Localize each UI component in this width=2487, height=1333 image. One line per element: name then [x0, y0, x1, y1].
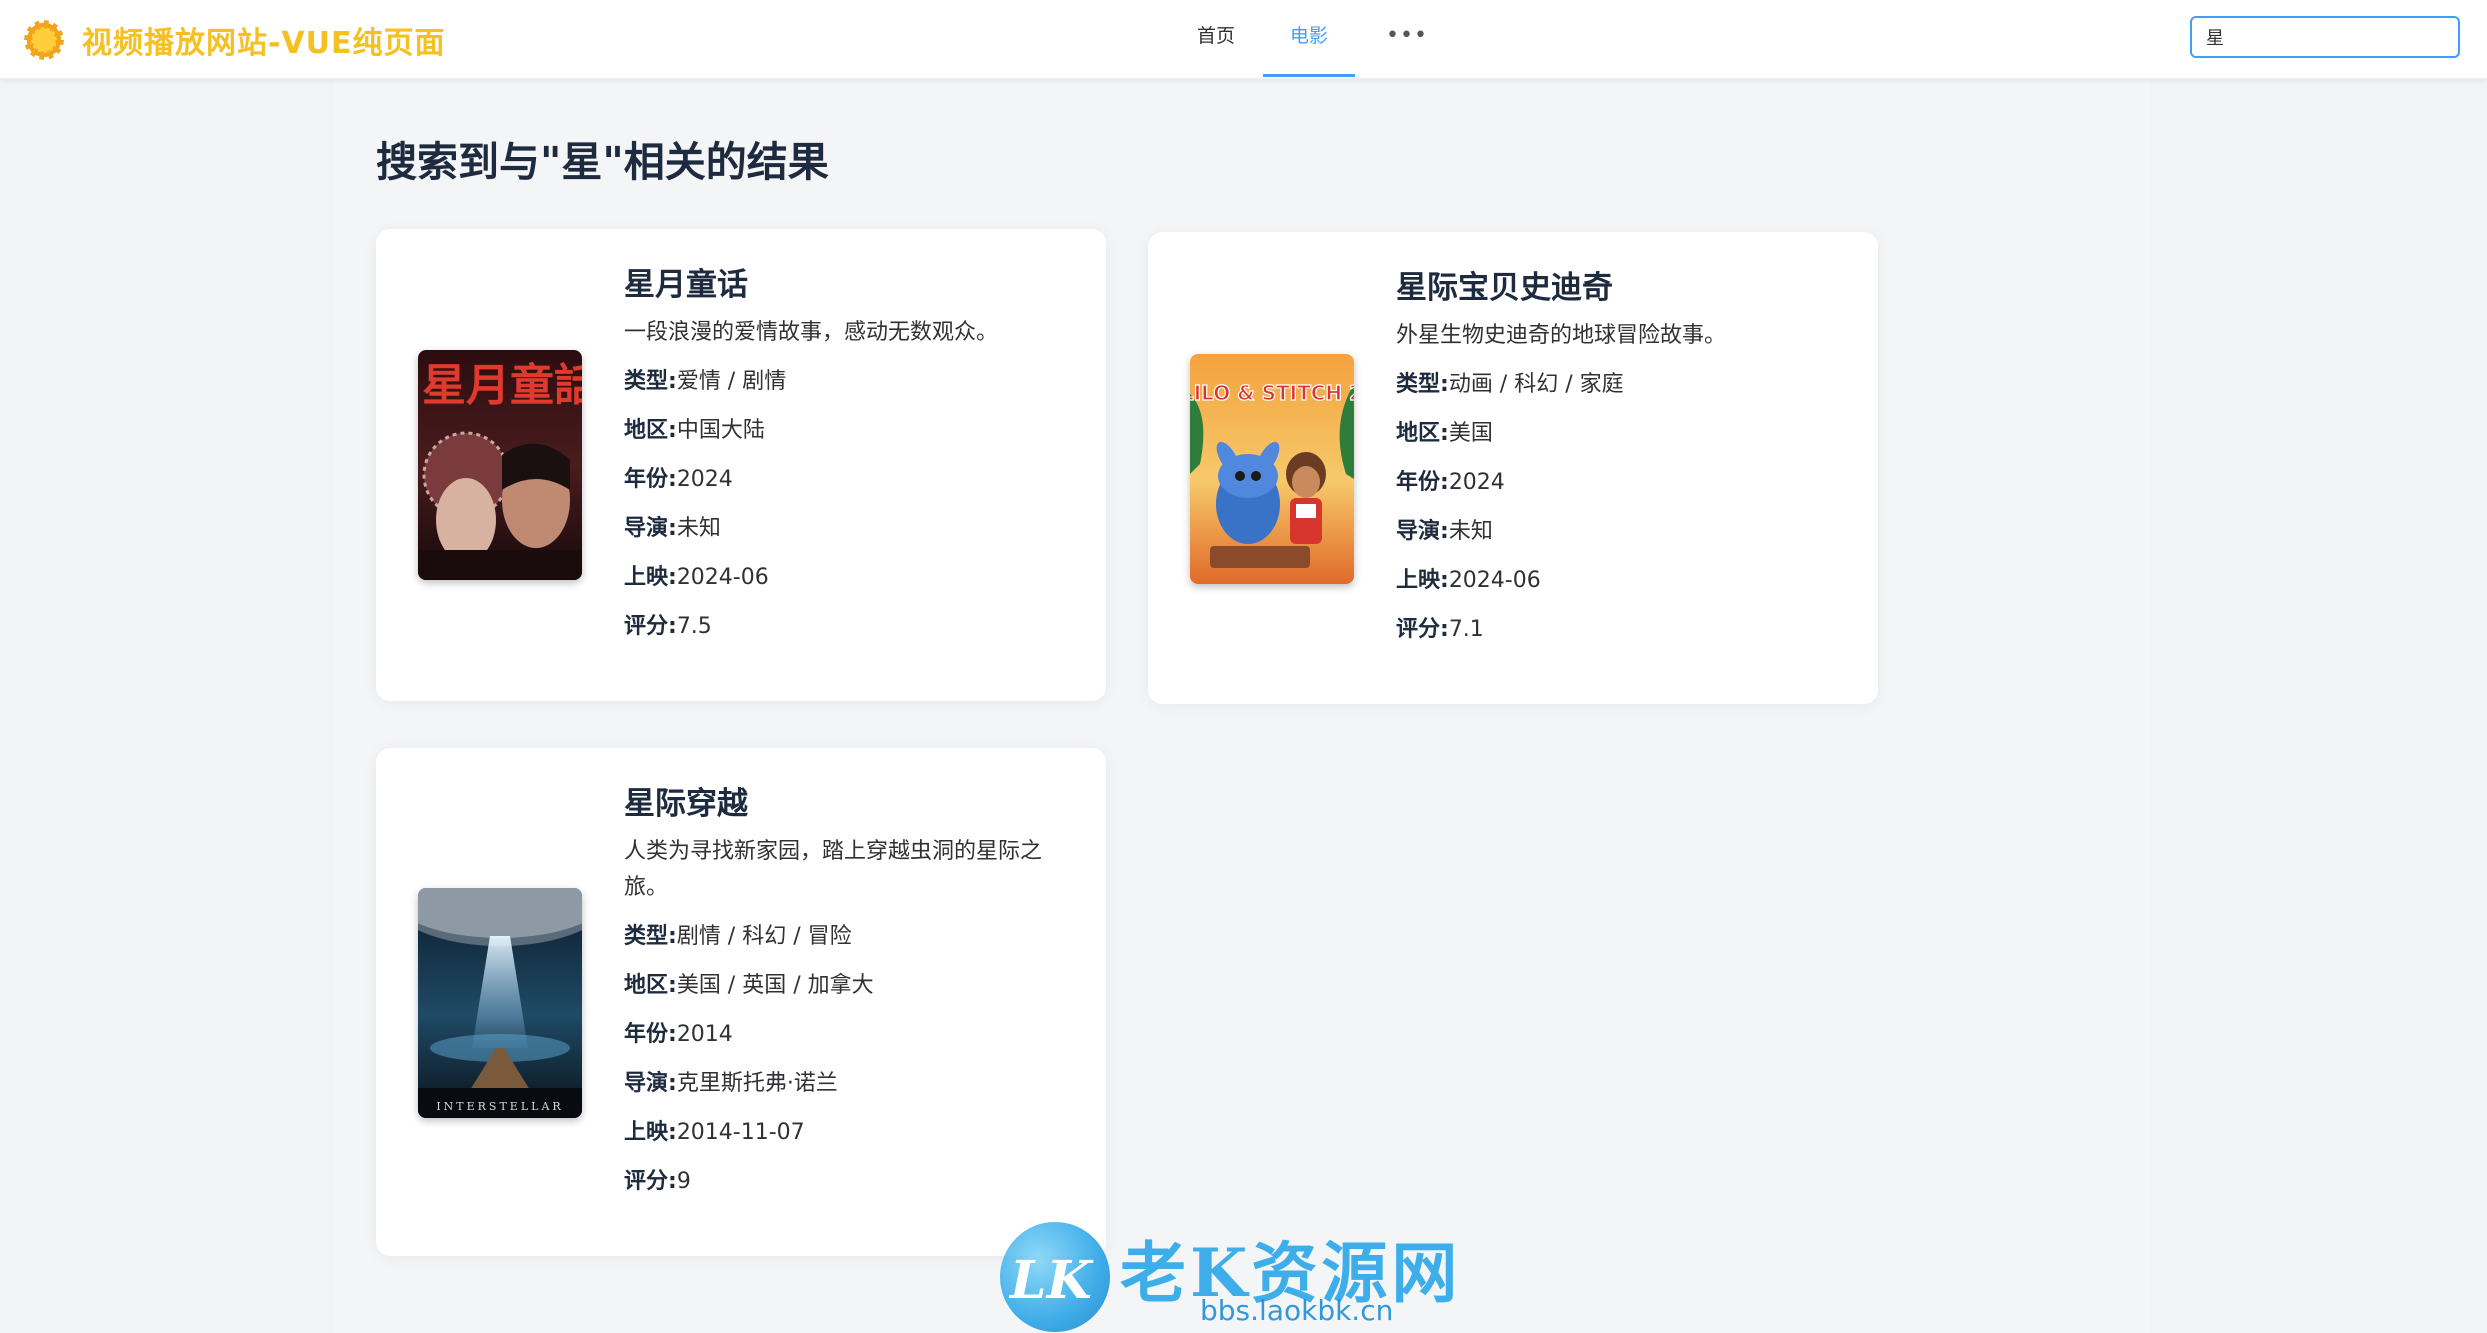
movie-card[interactable]: LILO & STITCH 2 星际宝贝史迪奇 外星生物史迪奇的地球冒险故事。 …	[1148, 232, 1878, 704]
movie-year: 年份:2024	[624, 461, 1074, 498]
movie-region: 地区:美国 / 英国 / 加拿大	[624, 967, 1074, 1004]
release-label: 上映:	[1396, 568, 1449, 593]
movie-genre: 类型:动画 / 科幻 / 家庭	[1396, 366, 1846, 403]
release-value: 2024-06	[676, 565, 769, 590]
movie-year: 年份:2014	[624, 1016, 1074, 1053]
top-header: 视频播放网站-VUE纯页面 首页 电影 •••	[0, 0, 2487, 79]
region-value: 美国 / 英国 / 加拿大	[676, 973, 874, 998]
site-title[interactable]: 视频播放网站-VUE纯页面	[82, 18, 446, 62]
movie-info: 星际穿越 人类为寻找新家园，踏上穿越虫洞的星际之旅。 类型:剧情 / 科幻 / …	[624, 784, 1074, 1212]
poster-title-text: 星月童話	[422, 360, 582, 411]
movie-description: 外星生物史迪奇的地球冒险故事。	[1396, 323, 1727, 348]
rating-value: 9	[676, 1169, 691, 1194]
movie-release: 上映:2024-06	[1396, 562, 1846, 599]
poster-title-text: INTERSTELLAR	[436, 1100, 563, 1113]
release-value: 2014-11-07	[676, 1120, 805, 1145]
region-value: 中国大陆	[676, 418, 765, 443]
region-label: 地区:	[624, 973, 677, 998]
movie-title[interactable]: 星月童话	[624, 265, 1074, 305]
movie-title[interactable]: 星际穿越	[624, 784, 1074, 824]
genre-label: 类型:	[624, 369, 677, 394]
movie-rating: 评分:7.1	[1396, 611, 1846, 648]
movie-rating: 评分:7.5	[624, 608, 1074, 645]
watermark-url: bbs.laokbk.cn	[1200, 1294, 1394, 1327]
region-value: 美国	[1448, 421, 1493, 446]
movie-genre: 类型:爱情 / 剧情	[624, 363, 1074, 400]
movie-poster[interactable]: 星月童話	[418, 350, 582, 580]
watermark-letters: LK	[1010, 1250, 1092, 1311]
search-input[interactable]	[2190, 16, 2460, 58]
release-label: 上映:	[624, 1120, 677, 1145]
genre-value: 剧情 / 科幻 / 冒险	[676, 924, 852, 949]
release-label: 上映:	[624, 565, 677, 590]
rating-label: 评分:	[624, 1169, 677, 1194]
year-value: 2024	[676, 467, 733, 492]
year-value: 2014	[676, 1022, 733, 1047]
movie-director: 导演:克里斯托弗·诺兰	[624, 1065, 1074, 1102]
rating-value: 7.1	[1448, 617, 1484, 642]
nav-movie[interactable]: 电影	[1263, 0, 1355, 77]
movie-poster[interactable]: LILO & STITCH 2	[1190, 354, 1354, 584]
release-value: 2024-06	[1448, 568, 1541, 593]
movie-director: 导演:未知	[1396, 513, 1846, 550]
genre-label: 类型:	[1396, 372, 1449, 397]
movie-year: 年份:2024	[1396, 464, 1846, 501]
movie-release: 上映:2024-06	[624, 559, 1074, 596]
genre-value: 动画 / 科幻 / 家庭	[1448, 372, 1624, 397]
year-label: 年份:	[624, 1022, 677, 1047]
director-value: 克里斯托弗·诺兰	[676, 1071, 838, 1096]
movie-card[interactable]: 星月童話 星月童话 一段浪漫的爱情故事，感动无数观众。 类型:爱情 / 剧情 地…	[376, 229, 1106, 701]
movie-info: 星际宝贝史迪奇 外星生物史迪奇的地球冒险故事。 类型:动画 / 科幻 / 家庭 …	[1396, 268, 1846, 660]
director-label: 导演:	[624, 516, 677, 541]
rating-value: 7.5	[676, 614, 712, 639]
year-label: 年份:	[1396, 470, 1449, 495]
site-watermark: LK 老K资源网 bbs.laokbk.cn	[1000, 1220, 1500, 1333]
region-label: 地区:	[1396, 421, 1449, 446]
sun-logo-icon[interactable]	[24, 20, 64, 60]
movie-description: 人类为寻找新家园，踏上穿越虫洞的星际之旅。	[624, 839, 1043, 900]
nav-more-icon[interactable]: •••	[1372, 0, 1442, 77]
movie-description: 一段浪漫的爱情故事，感动无数观众。	[624, 320, 999, 345]
movie-region: 地区:美国	[1396, 415, 1846, 452]
director-value: 未知	[676, 516, 721, 541]
genre-label: 类型:	[624, 924, 677, 949]
movie-director: 导演:未知	[624, 510, 1074, 547]
year-label: 年份:	[624, 467, 677, 492]
year-value: 2024	[1448, 470, 1505, 495]
movie-genre: 类型:剧情 / 科幻 / 冒险	[624, 918, 1074, 955]
region-label: 地区:	[624, 418, 677, 443]
director-value: 未知	[1448, 519, 1493, 544]
poster-title-text: LILO & STITCH 2	[1190, 381, 1354, 405]
page-title: 搜索到与"星"相关的结果	[376, 138, 829, 186]
movie-release: 上映:2014-11-07	[624, 1114, 1074, 1151]
rating-label: 评分:	[624, 614, 677, 639]
director-label: 导演:	[624, 1071, 677, 1096]
movie-poster[interactable]: INTERSTELLAR	[418, 888, 582, 1118]
nav-home[interactable]: 首页	[1160, 0, 1272, 77]
director-label: 导演:	[1396, 519, 1449, 544]
movie-card[interactable]: INTERSTELLAR 星际穿越 人类为寻找新家园，踏上穿越虫洞的星际之旅。 …	[376, 748, 1106, 1256]
movie-title[interactable]: 星际宝贝史迪奇	[1396, 268, 1846, 308]
movie-rating: 评分:9	[624, 1163, 1074, 1200]
rating-label: 评分:	[1396, 617, 1449, 642]
movie-region: 地区:中国大陆	[624, 412, 1074, 449]
poster-image: LILO & STITCH 2	[1190, 354, 1354, 584]
poster-image: 星月童話	[418, 350, 582, 580]
movie-info: 星月童话 一段浪漫的爱情故事，感动无数观众。 类型:爱情 / 剧情 地区:中国大…	[624, 265, 1074, 657]
poster-image: INTERSTELLAR	[418, 888, 582, 1118]
genre-value: 爱情 / 剧情	[676, 369, 787, 394]
